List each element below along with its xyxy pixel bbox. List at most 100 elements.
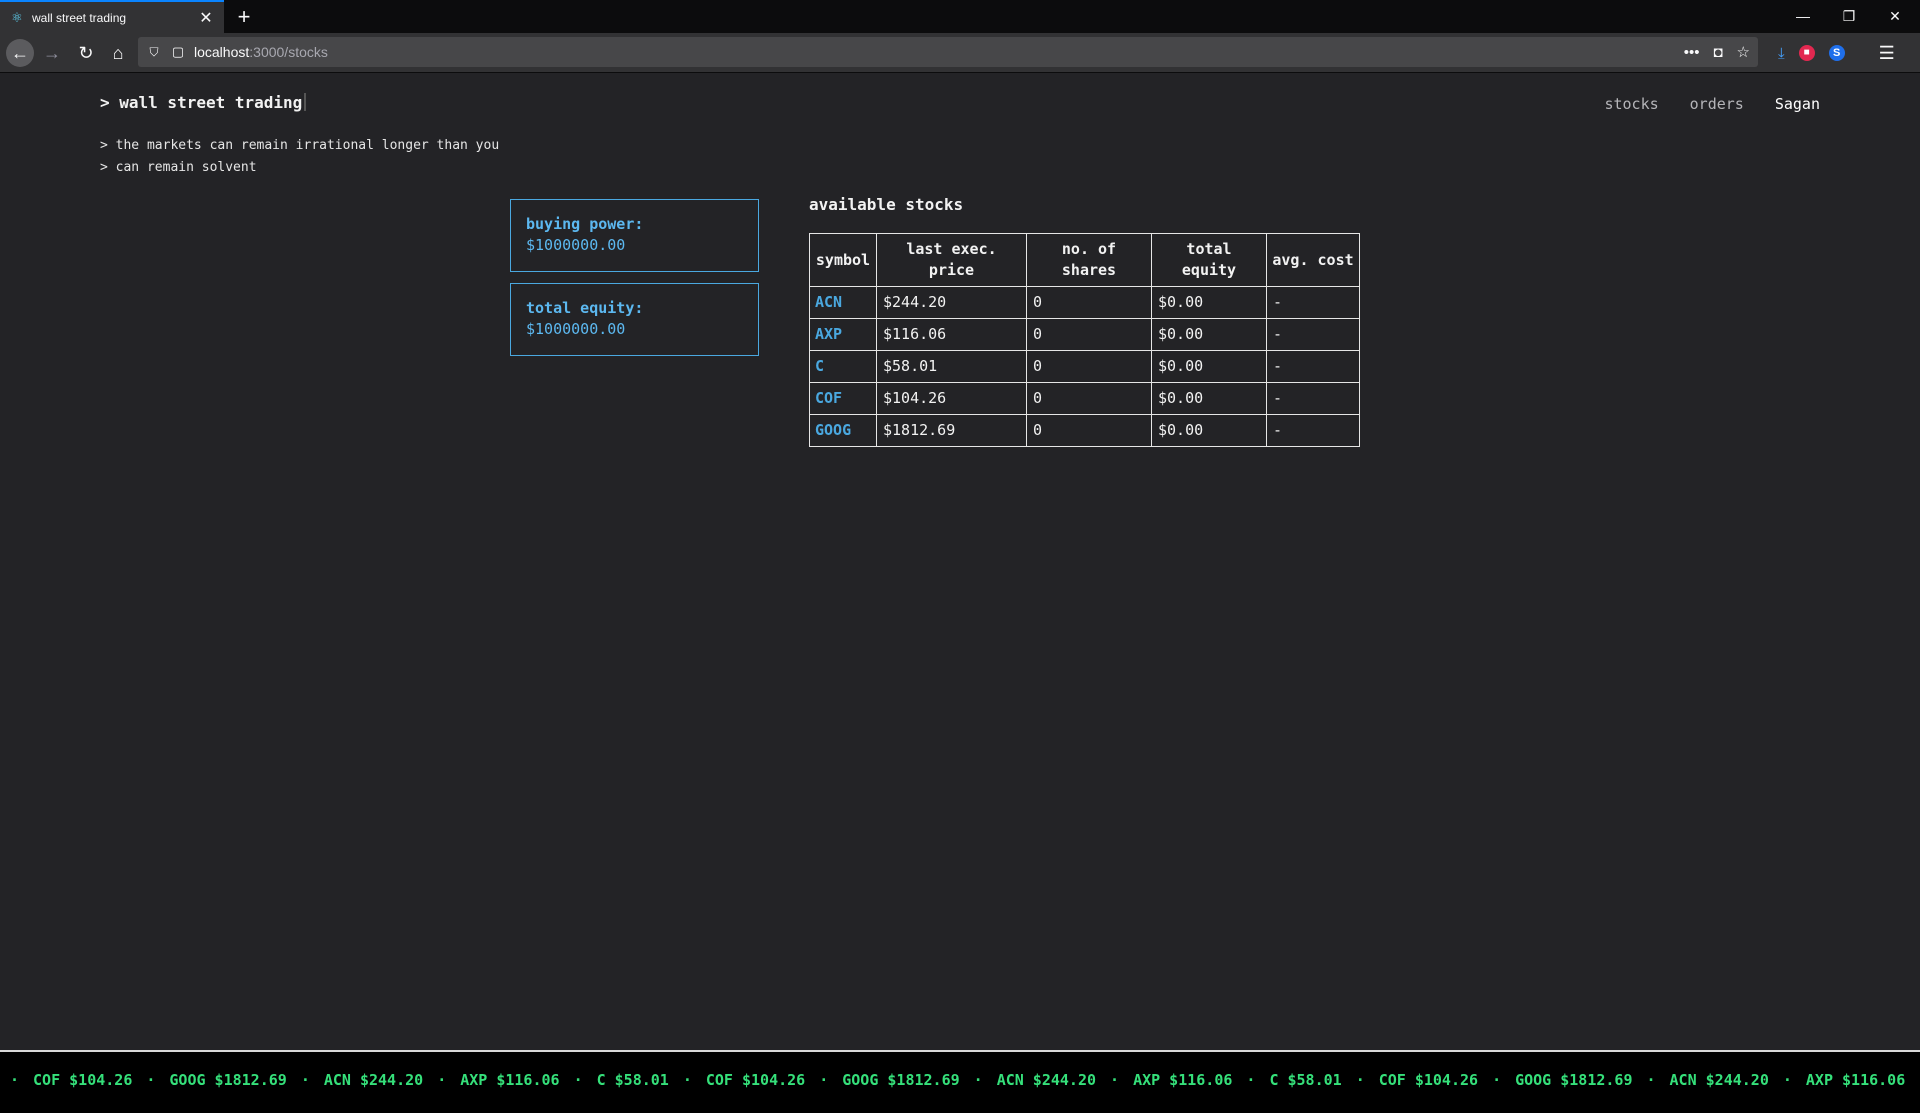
pocket-icon[interactable]: ◘ bbox=[1713, 44, 1722, 61]
header-avg-cost: avg. cost bbox=[1266, 233, 1360, 287]
tagline: > the markets can remain irrational long… bbox=[100, 135, 499, 179]
symbol-link[interactable]: ACN bbox=[809, 286, 877, 319]
more-actions-icon[interactable]: ••• bbox=[1684, 44, 1700, 61]
symbol-link[interactable]: AXP bbox=[809, 318, 877, 351]
nav-orders[interactable]: orders bbox=[1690, 95, 1744, 113]
ticker-separator: · bbox=[1110, 1071, 1120, 1089]
ticker-quote: AXP $116.06 bbox=[1133, 1071, 1233, 1089]
equity-cell: $0.00 bbox=[1151, 414, 1267, 447]
symbol-link[interactable]: COF bbox=[809, 382, 877, 415]
ticker-separator: · bbox=[573, 1071, 583, 1089]
minimize-icon[interactable]: — bbox=[1780, 0, 1826, 33]
buying-power-card: buying power: $1000000.00 bbox=[510, 199, 759, 272]
ticker-item: · GOOG $1812.69 bbox=[132, 1071, 286, 1089]
header-price: last exec. price bbox=[876, 233, 1027, 287]
ticker-item: · C $58.01 bbox=[560, 1071, 669, 1089]
shield-icon[interactable]: ⛉ bbox=[146, 45, 162, 60]
avg-cost-cell: - bbox=[1266, 318, 1360, 351]
hamburger-menu-icon[interactable]: ☰ bbox=[1879, 43, 1895, 64]
table-row: COF $104.26 0 $0.00 - bbox=[809, 382, 1360, 415]
table-row: ACN $244.20 0 $0.00 - bbox=[809, 286, 1360, 319]
stocks-title: available stocks bbox=[809, 195, 964, 214]
ticker-quote: GOOG $1812.69 bbox=[842, 1071, 960, 1089]
ticker-separator: · bbox=[146, 1071, 156, 1089]
close-tab-icon[interactable]: ✕ bbox=[196, 8, 216, 28]
forward-icon[interactable]: → bbox=[38, 39, 66, 67]
tagline-line-1: > the markets can remain irrational long… bbox=[100, 138, 500, 153]
total-equity-card: total equity: $1000000.00 bbox=[510, 283, 759, 356]
home-icon[interactable]: ⌂ bbox=[104, 39, 132, 67]
ticker-item: · GOOG $1812.69 bbox=[805, 1071, 959, 1089]
bookmark-star-icon[interactable]: ☆ bbox=[1737, 43, 1750, 61]
price-ticker: · COF $104.26 · GOOG $1812.69 · ACN $244.20 · A… bbox=[0, 1050, 1920, 1113]
ticker-quote: COF $104.26 bbox=[1378, 1071, 1479, 1089]
ticker-separator: · bbox=[682, 1071, 692, 1089]
extension-s-icon[interactable]: S bbox=[1828, 45, 1845, 61]
total-equity-value: $1000000.00 bbox=[526, 320, 626, 338]
top-nav: stocks orders Sagan bbox=[1604, 95, 1820, 113]
ticker-item: · AXP $116.06 bbox=[1096, 1071, 1232, 1089]
url-bar[interactable]: ⛉ ▢ localhost:3000/stocks ••• ◘ ☆ bbox=[138, 37, 1758, 67]
equity-cell: $0.00 bbox=[1151, 286, 1267, 319]
page-icon[interactable]: ▢ bbox=[170, 44, 186, 60]
ticker-quote: ACN $244.20 bbox=[1669, 1071, 1769, 1089]
url-path: :3000/stocks bbox=[249, 44, 328, 60]
ticker-item: · ACN $244.20 bbox=[1633, 1071, 1769, 1089]
table-header-row: symbol last exec. price no. of shares to… bbox=[809, 233, 1360, 287]
back-icon[interactable]: ← bbox=[6, 39, 34, 67]
avg-cost-cell: - bbox=[1266, 382, 1360, 415]
browser-tab-bar: ⚛ wall street trading ✕ + — ❐ ✕ bbox=[0, 0, 1920, 33]
tab-title: wall street trading bbox=[32, 10, 127, 25]
ticker-separator: · bbox=[973, 1071, 983, 1089]
text-cursor bbox=[304, 93, 307, 111]
equity-cell: $0.00 bbox=[1151, 350, 1267, 383]
ticker-separator: · bbox=[300, 1071, 310, 1089]
browser-tab[interactable]: ⚛ wall street trading ✕ bbox=[0, 0, 224, 33]
stocks-table: symbol last exec. price no. of shares to… bbox=[809, 233, 1360, 447]
ticker-quote: COF $104.26 bbox=[705, 1071, 806, 1089]
symbol-link[interactable]: GOOG bbox=[809, 414, 877, 447]
ticker-quote: C $58.01 bbox=[596, 1071, 669, 1089]
ticker-item: · COF $104.26 bbox=[669, 1071, 805, 1089]
ticker-quote: ACN $244.20 bbox=[323, 1071, 424, 1089]
price-cell: $116.06 bbox=[876, 318, 1027, 351]
ticker-item: ·C $58.01 bbox=[1232, 1071, 1341, 1089]
restore-icon[interactable]: ❐ bbox=[1826, 0, 1872, 33]
stocks-section: available stocks symbol last exec. price… bbox=[809, 195, 1360, 447]
shares-cell: 0 bbox=[1026, 286, 1152, 319]
avg-cost-cell: - bbox=[1266, 286, 1360, 319]
browser-toolbar: ← → ↻ ⌂ ⛉ ▢ localhost:3000/stocks ••• ◘ … bbox=[0, 33, 1920, 73]
ticker-separator: · bbox=[1492, 1071, 1502, 1089]
nav-user[interactable]: Sagan bbox=[1775, 95, 1820, 113]
symbol-link[interactable]: C bbox=[809, 350, 877, 383]
reload-icon[interactable]: ↻ bbox=[72, 39, 100, 67]
ticker-item: · AXP $116.06 bbox=[1769, 1071, 1905, 1089]
url-text[interactable]: localhost:3000/stocks bbox=[194, 44, 328, 60]
shares-cell: 0 bbox=[1026, 318, 1152, 351]
ticker-separator: · bbox=[1355, 1071, 1365, 1089]
close-window-icon[interactable]: ✕ bbox=[1872, 0, 1918, 33]
avg-cost-cell: - bbox=[1266, 350, 1360, 383]
tagline-line-2: > can remain solvent bbox=[100, 160, 257, 175]
buying-power-label: buying power: bbox=[526, 215, 644, 233]
ticker-quote: ACN $244.20 bbox=[996, 1071, 1097, 1089]
price-cell: $244.20 bbox=[876, 286, 1027, 319]
table-row: C $58.01 0 $0.00 - bbox=[809, 350, 1360, 383]
shares-cell: 0 bbox=[1026, 350, 1152, 383]
ticker-item: · GOOG $1812.69 bbox=[1478, 1071, 1632, 1089]
nav-stocks[interactable]: stocks bbox=[1604, 95, 1658, 113]
ticker-separator: · bbox=[437, 1071, 447, 1089]
ticker-item: · COF $104.26 bbox=[1342, 1071, 1478, 1089]
app-brand[interactable]: > wall street trading bbox=[100, 93, 307, 112]
buying-power-value: $1000000.00 bbox=[526, 236, 626, 254]
new-tab-icon[interactable]: + bbox=[230, 3, 258, 31]
extension-lock-icon[interactable]: ■ bbox=[1798, 45, 1815, 61]
ticker-item: · ACN $244.20 bbox=[287, 1071, 423, 1089]
download-icon[interactable]: ⤓ bbox=[1778, 45, 1785, 62]
header-equity: total equity bbox=[1151, 233, 1267, 287]
price-cell: $104.26 bbox=[876, 382, 1027, 415]
account-summary: buying power: $1000000.00 total equity: … bbox=[510, 199, 759, 367]
shares-cell: 0 bbox=[1026, 414, 1152, 447]
ticker-item: ·C $58.01 bbox=[1905, 1071, 1920, 1089]
total-equity-label: total equity: bbox=[526, 299, 644, 317]
